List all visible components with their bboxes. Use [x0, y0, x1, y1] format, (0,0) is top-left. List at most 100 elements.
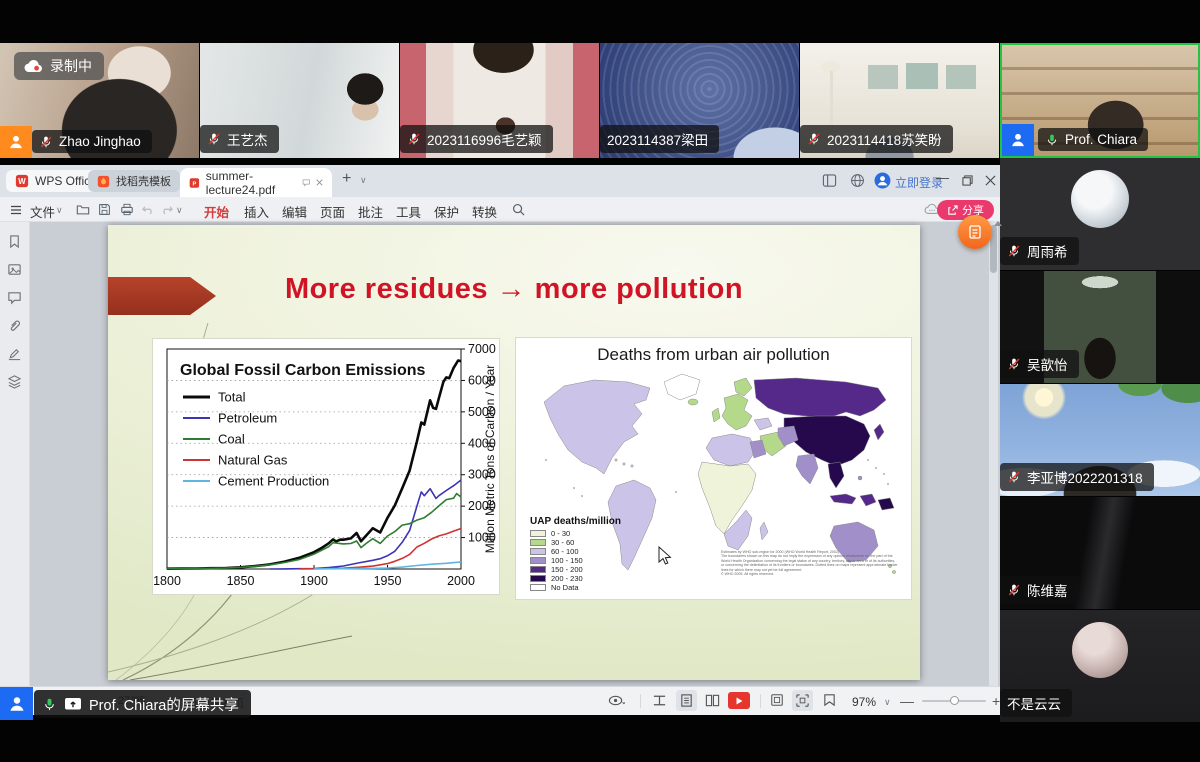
participant-name: 2023114418苏笑盼	[827, 129, 942, 149]
video-tile-liang-tian[interactable]: 2023114387梁田	[600, 43, 799, 158]
fit-width-icon[interactable]	[795, 693, 810, 708]
sidebar-toggle-icon[interactable]	[822, 173, 837, 188]
thumbnail-panel-icon[interactable]	[7, 262, 22, 277]
pdf-tools-floating-button[interactable]	[958, 215, 992, 249]
quickbar-chevron-icon[interactable]: ∨	[176, 205, 183, 216]
video-tile-su-xiaopan[interactable]: 2023114418苏笑盼	[800, 43, 999, 158]
svg-text:1950: 1950	[374, 574, 402, 588]
window-minimize-button[interactable]: —	[936, 170, 949, 185]
menu-edit[interactable]: 编辑	[278, 200, 311, 223]
map-region-turkey	[754, 418, 772, 430]
zoom-out-button[interactable]: —	[900, 693, 914, 709]
map-region-greenland	[664, 374, 700, 400]
video-tile-mao-yiying[interactable]: 2023116996毛艺颖	[400, 43, 599, 158]
vertical-scrollbar[interactable]	[989, 222, 998, 686]
screen-share-banner[interactable]: Prof. Chiara的屏幕共享	[34, 690, 251, 718]
slide-page: More residues → more pollution 100020003…	[108, 225, 920, 680]
mic-muted-icon	[1007, 357, 1021, 371]
menu-annotate[interactable]: 批注	[354, 200, 387, 223]
map-region-north-america	[544, 380, 650, 474]
globe-icon[interactable]	[850, 173, 865, 188]
bookmark-flag-icon[interactable]	[822, 693, 837, 707]
pdf-document-area[interactable]: More residues → more pollution 100020003…	[30, 222, 1000, 686]
redo-icon[interactable]	[160, 203, 173, 215]
comments-panel-icon[interactable]	[7, 290, 22, 305]
menu-convert[interactable]: 转换	[468, 200, 501, 223]
video-tile-li-yabo[interactable]: 李亚博2022201318	[1000, 384, 1200, 496]
search-icon[interactable]	[512, 203, 525, 216]
new-tab-button[interactable]: +	[342, 170, 351, 188]
menu-tools[interactable]: 工具	[392, 200, 425, 223]
window-restore-button[interactable]	[962, 175, 973, 186]
map-region-indonesia-west	[830, 494, 856, 504]
legend-label: 150 - 200	[551, 565, 583, 574]
docer-icon	[97, 175, 110, 188]
person-icon	[7, 133, 25, 151]
avatar	[1071, 170, 1129, 228]
file-chevron-icon[interactable]: ∨	[56, 205, 63, 216]
continuous-view-icon[interactable]	[679, 693, 694, 708]
participant-name: 2023116996毛艺颖	[427, 129, 542, 149]
menu-insert[interactable]: 插入	[240, 200, 273, 223]
window-close-button[interactable]	[985, 175, 996, 186]
map-region-philippines	[858, 476, 862, 480]
hamburger-icon[interactable]	[10, 205, 22, 215]
tab-list-chevron-icon[interactable]: ∨	[360, 175, 367, 186]
participant-name-label: 李亚博2022201318	[1000, 463, 1154, 491]
zoom-chevron-icon[interactable]: ∨	[884, 697, 891, 708]
menu-protect[interactable]: 保护	[430, 200, 463, 223]
tab-close-icon[interactable]	[316, 178, 323, 187]
participant-name-label: Zhao Jinghao	[32, 130, 152, 153]
two-page-view-icon[interactable]	[705, 693, 720, 708]
mic-muted-icon	[807, 132, 821, 146]
single-page-view-icon[interactable]	[652, 693, 667, 708]
video-tile-zhou-yuxi[interactable]: 周雨希	[1000, 158, 1200, 270]
video-tile-wang-yijie[interactable]: 王艺杰	[200, 43, 399, 158]
map-region-russia	[754, 378, 886, 418]
attachment-icon[interactable]	[7, 318, 22, 333]
floating-button-collapse-icon[interactable]	[994, 221, 1002, 226]
print-icon[interactable]	[120, 203, 134, 216]
tab-comment-icon[interactable]	[302, 177, 310, 188]
participant-name: 2023114387梁田	[607, 129, 708, 149]
fit-page-icon[interactable]	[770, 693, 784, 707]
svg-text:Cement Production: Cement Production	[218, 474, 329, 489]
undo-icon[interactable]	[142, 203, 155, 215]
wps-menubar: 文件 ∨ ∨ 开始 插入 编辑 页面 批注 工具 保护 转换 分享	[0, 197, 1000, 222]
participant-badge-orange	[0, 126, 32, 158]
zoom-slider-knob[interactable]	[950, 696, 959, 705]
participant-name: Zhao Jinghao	[59, 134, 141, 149]
pdf-icon: P	[189, 176, 200, 190]
svg-text:Coal: Coal	[218, 432, 245, 447]
menu-file[interactable]: 文件	[26, 200, 59, 223]
read-mode-icon[interactable]	[608, 693, 625, 708]
emissions-chart: 1000200030004000500060007000180018501900…	[152, 338, 500, 595]
tab-docer-templates[interactable]: 找稻壳模板	[88, 170, 180, 192]
menu-page[interactable]: 页面	[316, 200, 349, 223]
bookmark-icon[interactable]	[7, 234, 22, 249]
pen-edit-icon[interactable]	[7, 346, 22, 361]
meeting-window: W WPS Office 找稻壳模板 P summer-lecture24.pd…	[0, 0, 1200, 762]
participant-name-label: 陈维嘉	[1000, 576, 1079, 604]
map-legend: UAP deaths/million 0 - 30 30 - 60 60 - 1…	[530, 516, 621, 592]
video-tile-bushiyunyun[interactable]: 不是云云	[1000, 610, 1200, 722]
save-icon[interactable]	[98, 203, 111, 216]
video-tile-wu-xinyi[interactable]: 吴歆怡	[1000, 271, 1200, 383]
open-file-icon[interactable]	[76, 203, 90, 216]
slide-title: More residues → more pollution	[108, 273, 920, 306]
legend-label: 100 - 150	[551, 556, 583, 565]
tab-document[interactable]: P summer-lecture24.pdf	[180, 168, 332, 197]
map-region-indonesia-east	[860, 494, 876, 506]
zoom-level[interactable]: 97%	[852, 695, 876, 709]
account-avatar-icon[interactable]	[874, 172, 891, 189]
meeting-app-badge[interactable]	[0, 687, 33, 720]
video-tile-chen-weijia[interactable]: 陈维嘉	[1000, 497, 1200, 609]
layers-icon[interactable]	[7, 374, 22, 389]
zoom-in-button[interactable]: +	[992, 693, 1000, 709]
video-tile-prof-chiara[interactable]: Prof. Chiara	[1000, 43, 1200, 158]
play-slideshow-button[interactable]	[728, 692, 750, 709]
participant-name: 李亚博2022201318	[1027, 467, 1143, 487]
legend-label: No Data	[551, 583, 579, 592]
legend-label: 200 - 230	[551, 574, 583, 583]
mic-muted-icon	[1007, 244, 1021, 258]
